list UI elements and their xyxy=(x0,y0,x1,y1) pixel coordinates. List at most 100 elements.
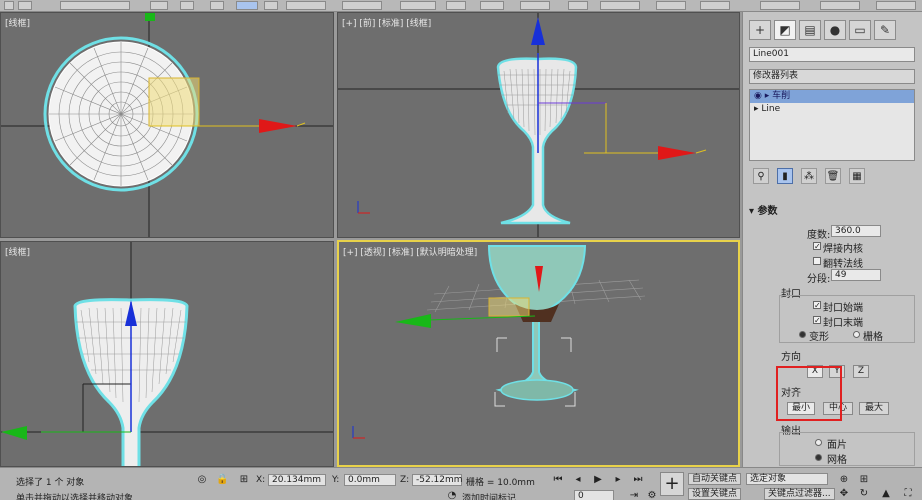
weld-core-checkbox[interactable]: ✓ xyxy=(813,242,821,251)
utilities-tab-icon[interactable]: ✎ xyxy=(874,20,896,40)
maximize-viewport-icon[interactable]: ⛶ xyxy=(902,488,914,500)
toolbar-button[interactable] xyxy=(520,1,550,10)
toolbar-button[interactable] xyxy=(400,1,436,10)
remove-modifier-icon[interactable]: 🗑 xyxy=(825,168,841,184)
toolbar-button[interactable] xyxy=(700,1,730,10)
modifier-stack: ◉ ▸ 车削 ▸ Line xyxy=(749,89,915,161)
next-frame-icon[interactable]: ▸ xyxy=(612,474,624,486)
viewport-front[interactable]: [+] [前] [标准] [线框] xyxy=(337,12,740,238)
morph-label: 变形 xyxy=(809,332,829,343)
set-key-button[interactable]: 设置关键点 xyxy=(688,488,742,500)
auto-key-button[interactable]: 自动关键点 xyxy=(688,473,742,485)
absolute-mode-icon[interactable]: ⊞ xyxy=(238,474,250,486)
stack-item-label: 车削 xyxy=(772,91,791,101)
set-key-plus-icon[interactable]: + xyxy=(660,472,684,496)
rotate-tool-button[interactable] xyxy=(264,1,278,10)
patch-label: 面片 xyxy=(827,440,847,451)
toolbar-button[interactable] xyxy=(210,1,224,10)
key-mode-icon[interactable]: ⇥ xyxy=(628,490,640,500)
cap-start-checkbox[interactable]: ✓ xyxy=(813,301,821,310)
toolbar-button[interactable] xyxy=(656,1,686,10)
viewport-label[interactable]: [线框] xyxy=(5,245,30,258)
toolbar-button[interactable] xyxy=(446,1,466,10)
go-to-start-icon[interactable]: ⏮ xyxy=(552,474,564,486)
current-frame-field[interactable]: 0 xyxy=(574,490,614,500)
selected-object-dropdown[interactable]: 选定对象 xyxy=(746,473,828,485)
go-to-end-icon[interactable]: ⏭ xyxy=(632,474,644,486)
toolbar-dropdown[interactable] xyxy=(60,1,130,10)
toolbar-button[interactable] xyxy=(876,1,916,10)
mesh-radio[interactable] xyxy=(815,454,822,461)
previous-frame-icon[interactable]: ◂ xyxy=(572,474,584,486)
orbit-icon[interactable]: ↻ xyxy=(858,488,870,500)
zoom-icon[interactable]: ⊕ xyxy=(838,474,850,486)
z-coordinate-field[interactable]: -52.12mm xyxy=(412,474,463,486)
isolate-icon[interactable]: ◎ xyxy=(196,474,208,486)
create-tab-icon[interactable]: + xyxy=(749,20,771,40)
main-toolbar xyxy=(0,0,922,12)
x-coordinate-field[interactable]: 20.134mm xyxy=(268,474,326,486)
show-end-result-icon[interactable]: ▮ xyxy=(777,168,793,184)
modify-tab-icon[interactable]: ◩ xyxy=(774,20,796,40)
viewport-top[interactable]: [线框] xyxy=(0,12,334,238)
modifier-list-dropdown[interactable]: 修改器列表 xyxy=(749,69,915,84)
app-window: [线框] [+] [前] [标准] [线框] [线框] [+] [透视] [标准… xyxy=(0,0,922,500)
selection-status: 选择了 1 个 对象 xyxy=(16,478,85,488)
eye-icon[interactable]: ◉ xyxy=(754,91,762,101)
toolbar-button[interactable] xyxy=(600,1,640,10)
toolbar-dropdown[interactable] xyxy=(286,1,326,10)
y-coordinate-field[interactable]: 0.0mm xyxy=(344,474,396,486)
cap-end-checkbox[interactable]: ✓ xyxy=(813,316,821,325)
toolbar-button[interactable] xyxy=(820,1,860,10)
add-time-tag-link[interactable]: 添加时间标记 xyxy=(462,491,516,500)
y-label: Y: xyxy=(332,475,340,485)
toolbar-button[interactable] xyxy=(568,1,588,10)
viewport-label[interactable]: [+] [透视] [标准] [默认明暗处理] xyxy=(343,245,477,258)
toolbar-button[interactable] xyxy=(180,1,194,10)
toolbar-button[interactable] xyxy=(342,1,382,10)
expand-icon[interactable]: ▸ xyxy=(754,104,759,114)
make-unique-icon[interactable]: ⁂ xyxy=(801,168,817,184)
field-of-view-icon[interactable]: ▲ xyxy=(880,488,892,500)
configure-sets-icon[interactable]: ▦ xyxy=(849,168,865,184)
stack-item-lathe[interactable]: ◉ ▸ 车削 xyxy=(750,90,914,103)
pan-icon[interactable]: ✥ xyxy=(838,488,850,500)
align-max-button[interactable]: 最大 xyxy=(859,402,889,415)
command-panel: + ◩ ▤ ● ▭ ✎ Line001 修改器列表 ◉ ▸ 车削 ▸ Line … xyxy=(742,12,922,467)
viewport-label[interactable]: [+] [前] [标准] [线框] xyxy=(342,16,431,29)
zoom-all-icon[interactable]: ⊞ xyxy=(858,474,870,486)
segments-spinner[interactable]: 49 xyxy=(831,269,881,281)
object-name-field[interactable]: Line001 xyxy=(749,47,915,62)
viewport-left[interactable]: [线框] xyxy=(0,241,334,467)
collapse-icon: ▾ xyxy=(749,206,755,217)
degrees-spinner[interactable]: 360.0 xyxy=(831,225,881,237)
params-rollout-title[interactable]: ▾ 参数 xyxy=(749,202,915,217)
hierarchy-tab-icon[interactable]: ▤ xyxy=(799,20,821,40)
motion-tab-icon[interactable]: ● xyxy=(824,20,846,40)
toolbar-button[interactable] xyxy=(480,1,504,10)
toolbar-button[interactable] xyxy=(760,1,800,10)
grid-radio[interactable] xyxy=(853,331,860,338)
stack-item-line[interactable]: ▸ Line xyxy=(750,103,914,116)
viewport-perspective[interactable]: [+] [透视] [标准] [默认明暗处理] xyxy=(337,240,740,467)
play-icon[interactable]: ▶ xyxy=(592,474,604,486)
segments-label: 分段: xyxy=(807,274,831,285)
toolbar-button[interactable] xyxy=(18,1,32,10)
lock-icon[interactable]: 🔒 xyxy=(216,474,228,486)
toolbar-button[interactable] xyxy=(4,1,14,10)
expand-icon[interactable]: ▸ xyxy=(765,91,770,101)
flip-normals-checkbox[interactable] xyxy=(813,257,821,265)
direction-z-button[interactable]: Z xyxy=(853,365,869,378)
mesh-label: 网格 xyxy=(827,455,847,466)
time-config-icon[interactable]: ⚙ xyxy=(646,490,658,500)
display-tab-icon[interactable]: ▭ xyxy=(849,20,871,40)
patch-radio[interactable] xyxy=(815,439,822,446)
time-tag-icon[interactable]: ◔ xyxy=(446,490,458,500)
direction-title: 方向 xyxy=(781,352,801,363)
viewport-label[interactable]: [线框] xyxy=(5,16,30,29)
pin-stack-icon[interactable]: ⚲ xyxy=(753,168,769,184)
key-filters-button[interactable]: 关键点过滤器... xyxy=(764,488,835,500)
move-tool-button[interactable] xyxy=(236,1,258,10)
toolbar-button[interactable] xyxy=(150,1,168,10)
morph-radio[interactable] xyxy=(799,331,806,338)
